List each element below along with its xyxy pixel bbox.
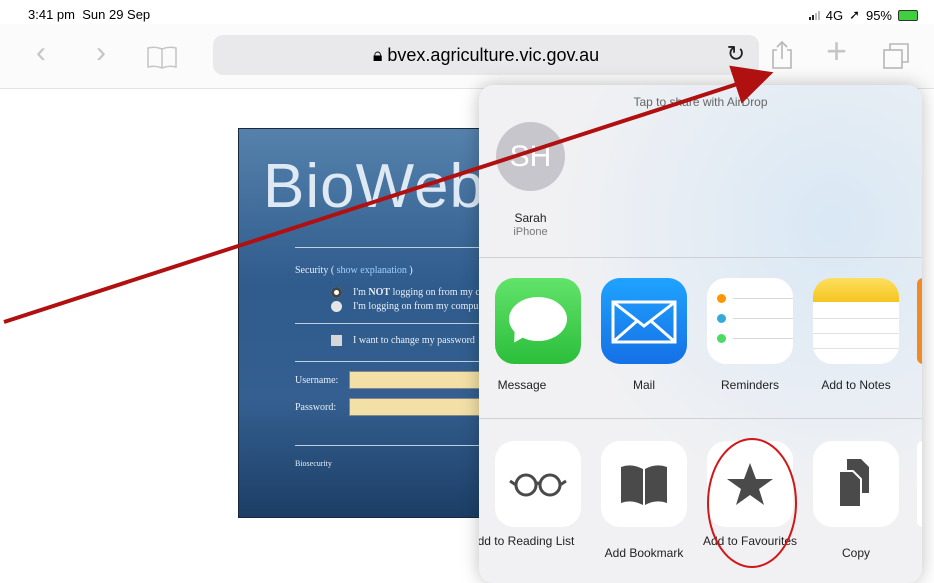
action-label: Add to Reading List <box>479 534 575 548</box>
reminders-app-button[interactable] <box>707 278 793 364</box>
url-display: 🔒︎ bvex.agriculture.vic.gov.au <box>213 45 759 66</box>
option-not-logging-label: I'm NOT logging on from my c <box>353 287 480 298</box>
divider <box>295 323 501 324</box>
messages-app-button[interactable] <box>495 278 581 364</box>
status-bar: 3:41 pm Sun 29 Sep 4G ➚ 95% <box>0 0 934 24</box>
location-icon: ➚ <box>849 7 860 22</box>
bioweb-login-panel: BioWeb Security ( show explanation ) I'm… <box>238 128 503 518</box>
network-label: 4G <box>825 7 844 23</box>
separator <box>479 418 922 419</box>
back-button[interactable]: ‹ <box>36 34 46 72</box>
show-explanation-link[interactable]: show explanation <box>337 265 407 276</box>
new-tab-button[interactable]: + <box>826 32 847 70</box>
username-label: Username: <box>295 375 339 386</box>
airdrop-hint: Tap to share with AirDrop <box>633 95 768 109</box>
bioweb-logo: BioWeb <box>263 152 485 221</box>
add-to-favourites-button[interactable] <box>707 441 793 527</box>
reload-button[interactable]: ↻ <box>727 41 745 67</box>
action-label: Add to Favourites <box>702 534 798 548</box>
mail-app-button[interactable] <box>601 278 687 364</box>
url-text: bvex.agriculture.vic.gov.au <box>387 45 600 65</box>
change-password-label: I want to change my password <box>353 335 475 346</box>
bookmarks-button[interactable] <box>146 41 178 79</box>
security-heading: Security ( show explanation ) <box>295 265 413 276</box>
app-label: Message <box>497 378 547 392</box>
glasses-icon <box>509 473 567 497</box>
battery-percent: 95% <box>865 7 892 23</box>
notes-app-button[interactable] <box>813 278 899 364</box>
envelope-icon <box>611 300 677 344</box>
more-apps-tile[interactable] <box>917 278 922 364</box>
forward-button[interactable]: › <box>96 34 106 72</box>
password-label: Password: <box>295 402 337 413</box>
status-time: 3:41 pm Sun 29 Sep <box>28 7 150 22</box>
app-label: Reminders <box>720 378 780 392</box>
divider <box>295 445 501 446</box>
option-logging-label: I'm logging on from my compu <box>353 301 479 312</box>
lock-icon: 🔒︎ <box>372 45 383 65</box>
contact-device: iPhone <box>513 226 548 238</box>
more-actions-tile[interactable] <box>917 441 922 527</box>
separator <box>479 257 922 258</box>
share-sheet: Tap to share with AirDrop SH Sarah iPhon… <box>479 85 922 583</box>
footer-text: Biosecurity <box>295 459 332 468</box>
tabs-button[interactable] <box>882 42 910 80</box>
address-bar[interactable]: 🔒︎ bvex.agriculture.vic.gov.au ↻ <box>213 35 759 75</box>
add-to-reading-list-button[interactable] <box>495 441 581 527</box>
action-label: Copy <box>841 546 870 560</box>
book-outline-icon <box>147 46 177 69</box>
date-text: Sun 29 Sep <box>82 7 151 22</box>
book-icon <box>621 465 667 505</box>
copy-icon <box>838 459 869 508</box>
battery-icon <box>898 9 918 21</box>
signal-icon <box>808 10 820 20</box>
tabs-icon <box>883 43 909 69</box>
app-label: Add to Notes <box>821 378 891 392</box>
change-password-checkbox[interactable] <box>331 335 342 346</box>
action-label: Add Bookmark <box>604 546 684 560</box>
divider <box>295 361 501 362</box>
copy-button[interactable] <box>813 441 899 527</box>
radio-not-logging[interactable] <box>331 287 342 298</box>
time-text: 3:41 pm <box>28 7 75 22</box>
add-bookmark-button[interactable] <box>601 441 687 527</box>
share-icon <box>772 40 792 69</box>
divider <box>295 247 501 248</box>
star-icon <box>727 463 773 505</box>
airdrop-contact-avatar[interactable]: SH <box>496 122 565 191</box>
share-button[interactable] <box>770 40 794 80</box>
contact-name: Sarah <box>514 211 547 225</box>
app-label: Mail <box>632 378 655 392</box>
status-indicators: 4G ➚ 95% <box>808 7 918 23</box>
radio-logging[interactable] <box>331 301 342 312</box>
